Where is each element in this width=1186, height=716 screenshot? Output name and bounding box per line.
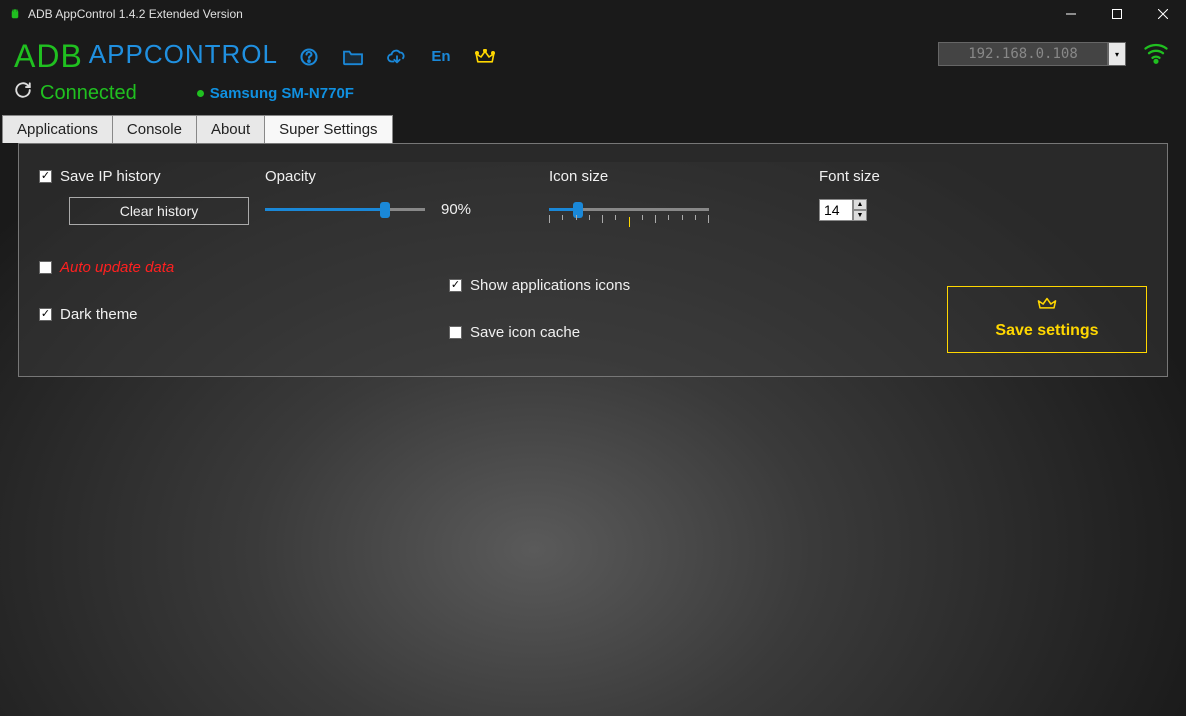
save-ip-checkbox[interactable]: [39, 170, 52, 183]
show-icons-label: Show applications icons: [470, 277, 630, 294]
auto-update-checkbox[interactable]: [39, 261, 52, 274]
header: ADB APPCONTROL En ▾: [0, 28, 1186, 79]
titlebar: ADB AppControl 1.4.2 Extended Version: [0, 0, 1186, 28]
maximize-button[interactable]: [1094, 0, 1140, 28]
minimize-button[interactable]: [1048, 0, 1094, 28]
tab-applications[interactable]: Applications: [2, 115, 113, 143]
settings-panel: Save IP history Clear history Auto updat…: [18, 143, 1168, 377]
auto-update-label: Auto update data: [60, 259, 174, 276]
font-size-up[interactable]: ▲: [853, 199, 867, 210]
logo-adb: ADB: [14, 38, 83, 75]
show-icons-checkbox[interactable]: [449, 279, 462, 292]
opacity-slider[interactable]: [265, 199, 425, 219]
ip-input[interactable]: [938, 42, 1108, 66]
status-dot-icon: [197, 90, 204, 97]
cloud-download-icon[interactable]: [386, 46, 408, 68]
wifi-icon[interactable]: [1142, 40, 1170, 69]
android-icon: [8, 7, 22, 21]
logo-appcontrol: APPCONTROL: [89, 39, 278, 70]
font-size-input[interactable]: [819, 199, 853, 221]
clear-history-button[interactable]: Clear history: [69, 197, 249, 225]
save-settings-button[interactable]: Save settings: [947, 286, 1147, 353]
device-name: Samsung SM-N770F: [197, 85, 354, 102]
tab-about[interactable]: About: [196, 115, 265, 143]
folder-icon[interactable]: [342, 46, 364, 68]
window-title: ADB AppControl 1.4.2 Extended Version: [28, 7, 1048, 21]
save-cache-label: Save icon cache: [470, 324, 580, 341]
language-icon[interactable]: En: [430, 46, 452, 68]
help-icon[interactable]: [298, 46, 320, 68]
save-cache-checkbox[interactable]: [449, 326, 462, 339]
status-row: Connected Samsung SM-N770F: [0, 79, 1186, 115]
tabs: Applications Console About Super Setting…: [0, 115, 1186, 143]
close-button[interactable]: [1140, 0, 1186, 28]
font-size-label: Font size: [819, 168, 1147, 185]
opacity-value: 90%: [441, 201, 471, 218]
ip-dropdown-button[interactable]: ▾: [1108, 42, 1126, 66]
opacity-label: Opacity: [265, 168, 549, 185]
icon-size-label: Icon size: [549, 168, 789, 185]
icon-size-slider[interactable]: [549, 199, 709, 219]
refresh-icon[interactable]: [14, 81, 32, 105]
crown-icon[interactable]: [474, 46, 496, 68]
save-ip-label: Save IP history: [60, 168, 161, 185]
tab-super-settings[interactable]: Super Settings: [264, 115, 392, 143]
connected-label: Connected: [40, 82, 137, 105]
crown-icon: [1037, 297, 1057, 316]
font-size-down[interactable]: ▼: [853, 210, 867, 221]
tab-console[interactable]: Console: [112, 115, 197, 143]
